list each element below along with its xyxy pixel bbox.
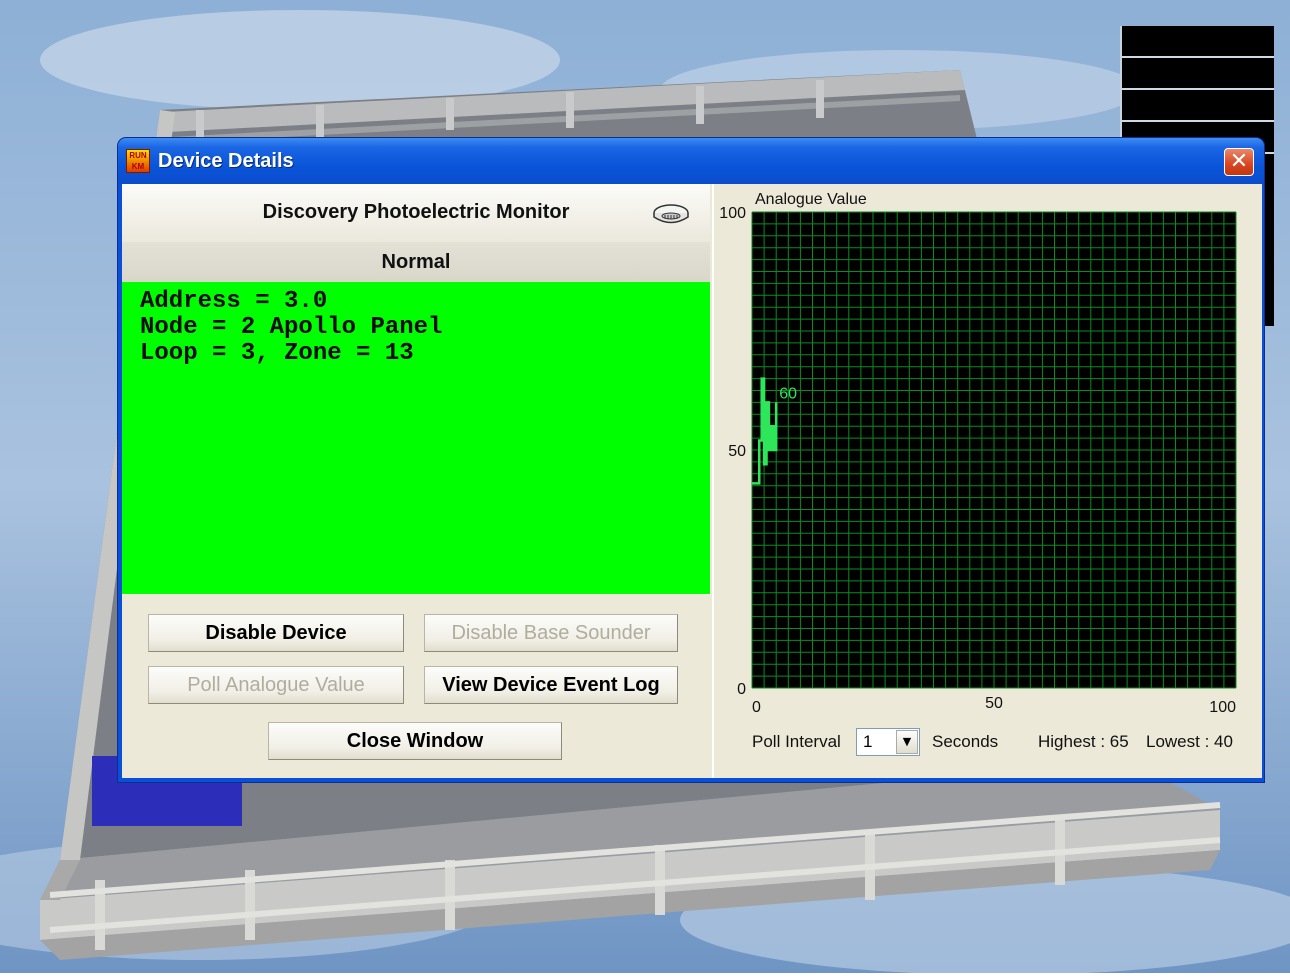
side-panel-divider xyxy=(1122,120,1274,122)
y-tick-label: 50 xyxy=(728,443,746,460)
device-name: Discovery Photoelectric Monitor xyxy=(262,201,570,223)
close-icon[interactable]: ✕ xyxy=(1224,148,1254,176)
poll-interval-select[interactable]: 1 ▼ xyxy=(856,728,920,756)
x-tick-label: 100 xyxy=(1209,699,1236,716)
view-device-event-log-button[interactable]: View Device Event Log xyxy=(424,666,678,704)
info-node: Node = 2 Apollo Panel xyxy=(140,314,443,341)
chart-title: Analogue Value xyxy=(755,191,867,208)
device-info-area: Address = 3.0 Node = 2 Apollo Panel Loop… xyxy=(122,282,710,594)
window-title: Device Details xyxy=(158,150,294,172)
highest-label: Highest : 65 xyxy=(1038,732,1129,751)
window-client-area: Discovery Photoelectric Monitor Normal A… xyxy=(122,184,1262,778)
analogue-value-chart: Analogue Value 100 50 00 50 100 60 xyxy=(719,191,1237,716)
y-tick-label: 100 xyxy=(719,205,746,222)
poll-interval-value: 1 xyxy=(863,732,873,751)
device-header: Discovery Photoelectric Monitor xyxy=(122,184,710,243)
device-info-pane: Discovery Photoelectric Monitor Normal A… xyxy=(122,184,710,778)
chart-grid xyxy=(751,211,1237,689)
app-logo-text: RUN xyxy=(129,151,147,160)
x-tick-label: 0 xyxy=(752,699,761,716)
poll-interval-label: Poll Interval xyxy=(752,732,841,751)
app-logo-text: KM xyxy=(131,162,145,171)
smoke-detector-icon xyxy=(653,204,689,224)
seconds-label: Seconds xyxy=(932,732,999,751)
side-panel-divider xyxy=(1122,88,1274,90)
poll-analogue-value-button[interactable]: Poll Analogue Value xyxy=(148,666,404,704)
window-titlebar[interactable]: RUN KM Device Details ✕ xyxy=(118,138,1264,184)
info-loop-zone: Loop = 3, Zone = 13 xyxy=(140,340,414,367)
chevron-down-icon[interactable]: ▼ xyxy=(896,730,918,754)
latest-value-label: 60 xyxy=(779,385,797,402)
side-panel-divider xyxy=(1122,56,1274,58)
device-details-window: RUN KM Device Details ✕ Discovery Photoe… xyxy=(118,138,1264,782)
analogue-graph-pane: Analogue Value 100 50 0 0 50 100 60 Poll Inte… xyxy=(712,184,1262,778)
device-status: Normal xyxy=(381,251,451,273)
device-status-bar: Normal xyxy=(122,242,710,282)
disable-base-sounder-button[interactable]: Disable Base Sounder xyxy=(424,614,678,652)
lowest-label: Lowest : 40 xyxy=(1146,732,1233,751)
close-window-button[interactable]: Close Window xyxy=(268,722,562,760)
disable-device-button[interactable]: Disable Device xyxy=(148,614,404,652)
x-tick-label: 50 xyxy=(985,695,1003,712)
y-tick-label: 0 xyxy=(737,681,746,698)
app-logo-icon: RUN KM xyxy=(126,149,150,173)
info-address: Address = 3.0 xyxy=(140,288,328,315)
